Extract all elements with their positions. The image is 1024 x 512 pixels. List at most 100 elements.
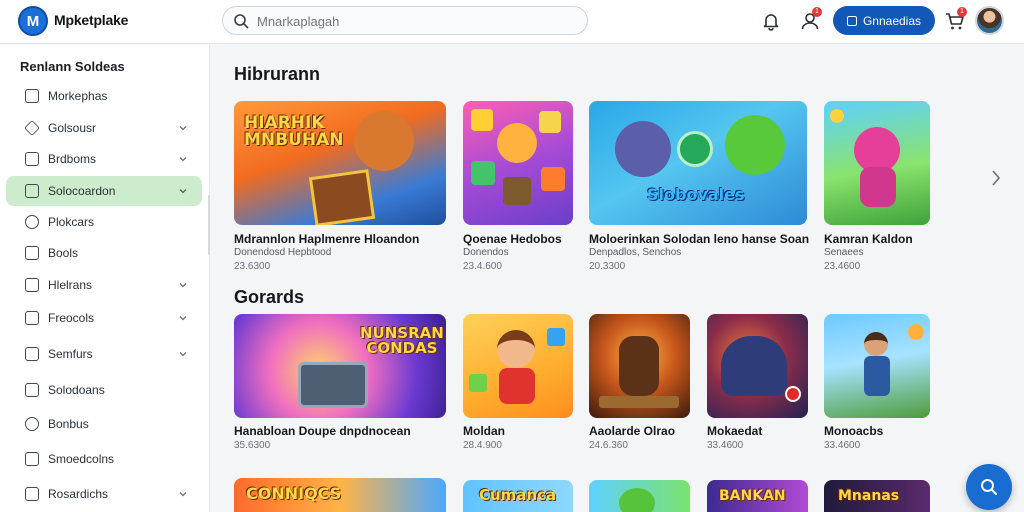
primary-action-button[interactable]: Gnnaedias [833,6,935,35]
sidebar-item-morkephas[interactable]: Morkephas [6,81,202,111]
sidebar-item-bools[interactable]: Bools [6,238,202,268]
folder-icon [25,184,39,198]
sidebar-item-brdboms[interactable]: Brdboms [6,144,202,174]
product-name: Monoacbs [824,424,884,438]
product-price: 23.4.600 [463,261,502,272]
product-thumbnail[interactable]: BANKAN [707,480,808,512]
sidebar-item-smoedcolns[interactable]: Smoedcolns [6,444,202,474]
thumbnail-title: BANKAN [719,488,786,504]
logo-icon[interactable]: M [18,6,48,36]
product-price: 23.6300 [234,261,271,272]
sidebar-item-label: Golsousr [48,121,97,135]
sidebar-item-rosardichs[interactable]: Rosardichs [6,479,202,509]
chevron-down-icon [179,189,187,194]
product-name: Mokaedat [707,424,763,438]
search-input[interactable] [257,12,577,30]
chevron-down-icon [179,316,187,321]
sidebar-item-freocols[interactable]: Freocols [6,303,202,333]
chevron-down-icon [179,492,187,497]
thumbnail-title: Cumanca [479,486,557,504]
product-subtitle: Senaees [824,247,864,258]
thumbnail-title: NUNSRAN CONDAS [360,324,444,357]
chevron-down-icon [179,157,187,162]
sidebar-item-golsousr[interactable]: Golsousr [6,113,202,143]
sidebar-item-label: Semfurs [48,347,93,361]
product-thumbnail[interactable] [589,314,690,418]
product-thumbnail[interactable]: HIARHIK MNBUHAN [234,101,446,225]
sidebar-title: Renlann Soldeas [20,59,125,74]
product-thumbnail[interactable] [463,101,573,225]
bell-icon[interactable] [760,10,782,32]
box-icon [25,487,39,501]
product-price: 35.6300 [234,440,271,451]
chevron-down-icon [179,283,187,288]
product-subtitle: Donendos [463,247,509,258]
chevron-down-icon [179,126,187,131]
product-price: 20.3300 [589,261,626,272]
product-thumbnail[interactable] [463,314,573,418]
avatar[interactable] [975,6,1004,35]
section-title: Gorards [234,287,305,307]
circle-icon [25,215,39,229]
product-name: Qoenae Hedobos [463,232,562,246]
product-thumbnail[interactable]: Cumanca [463,480,573,512]
sidebar-item-label: Smoedcolns [48,452,115,466]
product-subtitle: Denpadlos, Senchos [589,247,682,258]
section-title: Hibrurann [234,64,321,84]
sidebar-item-hlelrans[interactable]: Hlelrans [6,270,202,300]
sidebar-item-label: Solodoans [48,383,105,397]
diamond-icon [24,120,40,136]
square-icon [846,15,857,26]
search-icon [981,479,997,495]
sidebar-item-label: Bools [48,246,79,260]
sidebar-item-solodoans[interactable]: Solodoans [6,375,202,405]
sidebar-item-plokcars[interactable]: Plokcars [6,207,202,237]
thumbnail-title: Slobovales [647,185,745,204]
tag-icon [25,311,39,325]
sidebar-item-label: Hlelrans [48,278,93,292]
product-thumbnail[interactable]: Slobovales [589,101,807,225]
product-thumbnail[interactable] [707,314,808,418]
product-name: Moldan [463,424,505,438]
list-icon [25,383,39,397]
product-price: 24.6.360 [589,440,628,451]
sidebar-item-label: Brdboms [48,152,97,166]
thumbnail-title: CONNIQCS [246,484,342,503]
sidebar-item-semfurs[interactable]: Semfurs [6,339,202,369]
product-name: Aaolarde Olrao [589,424,676,438]
product-thumbnail[interactable]: Mnanas [824,480,930,512]
primary-action-label: Gnnaedias [862,13,922,28]
sidebar-item-label: Morkephas [48,89,108,103]
sidebar: Renlann Soldeas Morkephas Golsousr Brdbo… [0,45,210,512]
brand-name: Mpketplake [54,12,129,28]
chevron-down-icon [179,352,187,357]
product-thumbnail[interactable]: NUNSRAN CONDAS [234,314,446,418]
product-name: Hanabloan Doupe dnpdnocean [234,424,411,438]
sidebar-item-label: Plokcars [48,215,95,229]
top-bar: M Mpketplake 1 Gnnaedias 1 [0,0,1024,44]
circle-icon [25,417,39,431]
product-price: 23.4600 [824,261,861,272]
product-name: Kamran Kaldon [824,232,913,246]
notification-badge: 1 [812,7,822,17]
sidebar-item-label: Rosardichs [48,487,109,501]
sidebar-item-bonbus[interactable]: Bonbus [6,409,202,439]
search-bar[interactable] [222,6,588,35]
product-name: Moloerinkan Solodan leno hanse Soan [589,232,810,246]
product-subtitle: Donendosd Hepbtood [234,247,332,258]
grid-icon [25,347,39,361]
chevron-right-icon[interactable] [988,166,1004,190]
product-price: 33.4600 [707,440,744,451]
product-thumbnail[interactable] [824,314,930,418]
product-thumbnail[interactable] [824,101,930,225]
floating-search-button[interactable] [966,464,1012,510]
sidebar-scrollbar[interactable] [208,195,210,255]
product-thumbnail[interactable]: CONNIQCS [234,478,446,512]
note-icon [25,452,39,466]
product-price: 33.4600 [824,440,861,451]
book-icon [25,246,39,260]
product-thumbnail[interactable] [589,480,690,512]
sidebar-item-label: Bonbus [48,417,89,431]
search-icon [234,14,249,29]
sidebar-item-solocoardon[interactable]: Solocoardon [6,176,202,206]
